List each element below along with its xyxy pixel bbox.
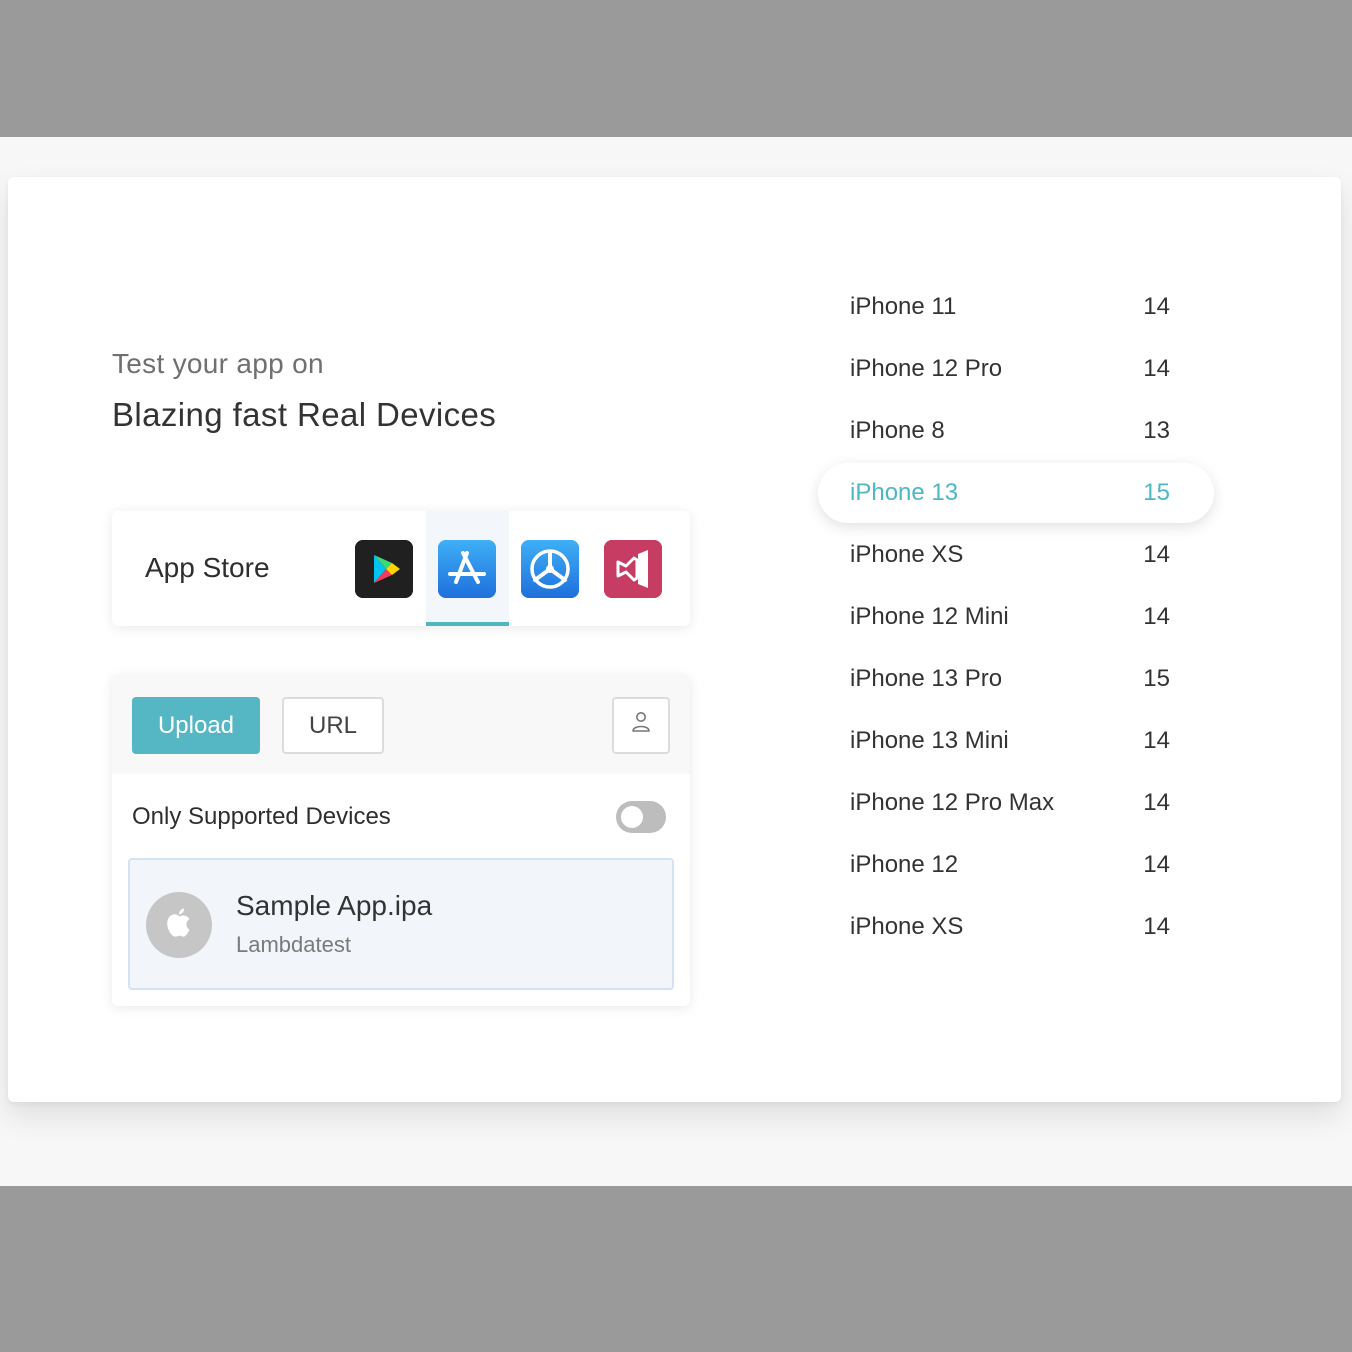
device-os-version: 14 bbox=[1143, 789, 1170, 816]
device-os-version: 14 bbox=[1143, 541, 1170, 568]
device-row[interactable]: iPhone XS 14 bbox=[818, 525, 1214, 585]
device-os-version: 14 bbox=[1143, 727, 1170, 754]
device-row[interactable]: iPhone 12 Mini 14 bbox=[818, 587, 1214, 647]
device-name: iPhone 13 bbox=[850, 479, 959, 506]
device-name: iPhone 13 Mini bbox=[850, 727, 1009, 754]
device-os-version: 15 bbox=[1143, 665, 1170, 692]
device-os-version: 14 bbox=[1143, 603, 1170, 630]
device-os-version: 13 bbox=[1143, 417, 1170, 444]
apple-icon bbox=[146, 892, 212, 958]
device-name: iPhone XS bbox=[850, 913, 964, 940]
uploaded-file-card[interactable]: Sample App.ipa Lambdatest bbox=[128, 858, 674, 990]
tab-app-store[interactable] bbox=[426, 511, 509, 626]
device-row[interactable]: iPhone 12 Pro Max 14 bbox=[818, 773, 1214, 833]
file-subtitle: Lambdatest bbox=[236, 932, 351, 957]
device-os-version: 14 bbox=[1143, 355, 1170, 382]
only-supported-toggle[interactable] bbox=[616, 801, 666, 833]
hero-subtitle: Test your app on bbox=[112, 348, 324, 379]
file-name: Sample App.ipa bbox=[236, 890, 433, 921]
user-button[interactable] bbox=[612, 697, 670, 754]
device-os-version: 15 bbox=[1143, 479, 1170, 506]
device-row[interactable]: iPhone 8 13 bbox=[818, 401, 1214, 461]
device-name: iPhone 12 Pro bbox=[850, 355, 1003, 382]
upload-panel: Upload URL Only Supported Devices Sample… bbox=[112, 675, 690, 1006]
app-center-icon bbox=[604, 540, 662, 598]
device-row[interactable]: iPhone 12 Pro 14 bbox=[818, 339, 1214, 399]
device-name: iPhone 11 bbox=[850, 293, 957, 320]
device-os-version: 14 bbox=[1143, 913, 1170, 940]
device-name: iPhone 12 Mini bbox=[850, 603, 1009, 630]
device-row-selected[interactable]: iPhone 13 15 bbox=[818, 463, 1214, 523]
testflight-icon bbox=[521, 540, 579, 598]
upload-button[interactable]: Upload bbox=[132, 697, 260, 754]
device-name: iPhone 12 Pro Max bbox=[850, 789, 1055, 816]
device-row[interactable]: iPhone 12 14 bbox=[818, 835, 1214, 895]
device-row[interactable]: iPhone 13 Mini 14 bbox=[818, 711, 1214, 771]
device-name: iPhone 8 bbox=[850, 417, 945, 444]
store-selector: App Store bbox=[112, 511, 690, 626]
only-supported-label: Only Supported Devices bbox=[132, 803, 391, 830]
tab-google-play[interactable] bbox=[343, 511, 426, 626]
device-name: iPhone 13 Pro bbox=[850, 665, 1003, 692]
device-os-version: 14 bbox=[1143, 293, 1170, 320]
device-os-version: 14 bbox=[1143, 851, 1170, 878]
user-icon bbox=[630, 710, 652, 741]
tab-app-center[interactable] bbox=[592, 511, 675, 626]
device-row[interactable]: iPhone 11 14 bbox=[818, 277, 1214, 337]
device-name: iPhone 12 bbox=[850, 851, 959, 878]
hero-title: Blazing fast Real Devices bbox=[112, 396, 497, 433]
device-row[interactable]: iPhone XS 14 bbox=[818, 897, 1214, 957]
tab-testflight[interactable] bbox=[509, 511, 592, 626]
app-store-icon bbox=[438, 540, 496, 598]
url-button[interactable]: URL bbox=[282, 697, 384, 754]
device-row[interactable]: iPhone 13 Pro 15 bbox=[818, 649, 1214, 709]
google-play-icon bbox=[355, 540, 413, 598]
device-name: iPhone XS bbox=[850, 541, 964, 568]
toggle-knob bbox=[621, 806, 643, 828]
store-label: App Store bbox=[145, 552, 270, 583]
